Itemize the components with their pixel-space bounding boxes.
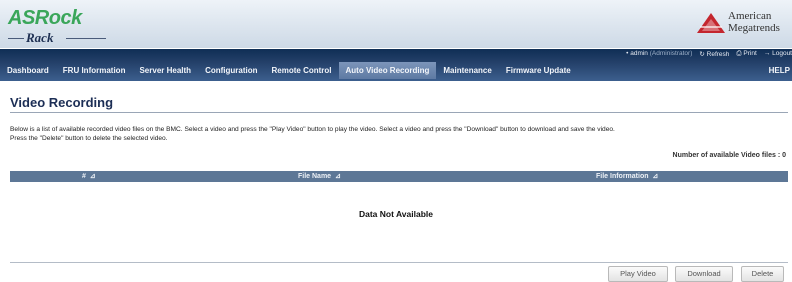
empty-table-message: Data Not Available <box>358 209 433 219</box>
description-line-1: Below is a list of available recorded vi… <box>10 126 615 133</box>
delete-button[interactable]: Delete <box>741 266 784 282</box>
column-number-label: # <box>82 173 86 180</box>
ami-logo: American Megatrends <box>696 10 788 38</box>
refresh-icon: ↻ <box>699 51 705 58</box>
tab-server-health[interactable]: Server Health <box>132 62 198 79</box>
logo-main-text: ASRock <box>8 7 82 29</box>
print-label: Print <box>743 50 757 57</box>
ami-text-line2: Megatrends <box>728 22 780 34</box>
download-button[interactable]: Download <box>675 266 733 282</box>
tab-maintenance[interactable]: Maintenance <box>436 62 498 79</box>
asrock-rack-logo: ASRock Rack <box>8 7 106 45</box>
tab-auto-video-recording[interactable]: Auto Video Recording <box>338 62 437 79</box>
tab-firmware-update[interactable]: Firmware Update <box>499 62 578 79</box>
ami-text: American Megatrends <box>728 10 780 34</box>
ami-text-line1: American <box>728 10 772 22</box>
tab-help[interactable]: HELP <box>767 62 792 79</box>
user-role: (Administrator) <box>649 50 693 57</box>
utility-bar: • admin (Administrator) ↻ Refresh ⎙ Prin… <box>626 50 792 60</box>
username: admin <box>630 50 648 57</box>
logo-sub-text: Rack <box>26 30 54 45</box>
column-header-file-name[interactable]: File Name ⊿ <box>298 172 341 180</box>
page-title: Video Recording <box>10 95 114 110</box>
bullet-icon: • <box>626 50 629 57</box>
refresh-link[interactable]: ↻ Refresh <box>699 50 729 60</box>
page-description: Below is a list of available recorded vi… <box>10 125 788 143</box>
tab-fru-information[interactable]: FRU Information <box>56 62 133 79</box>
tab-configuration[interactable]: Configuration <box>198 62 264 79</box>
logout-link[interactable]: → Logout <box>764 50 792 60</box>
tab-remote-control[interactable]: Remote Control <box>265 62 339 79</box>
tab-dashboard[interactable]: Dashboard <box>0 62 56 79</box>
play-video-button[interactable]: Play Video <box>608 266 668 282</box>
logo-line-right <box>66 38 106 39</box>
sort-icon: ⊿ <box>87 173 96 180</box>
description-line-2: Press the "Delete" button to delete the … <box>10 135 168 142</box>
column-header-number[interactable]: # ⊿ <box>82 172 96 180</box>
logout-label: Logout <box>772 50 792 57</box>
print-icon: ⎙ <box>736 50 742 57</box>
column-file-information-label: File Information <box>596 173 649 180</box>
logo-line-left <box>8 38 24 39</box>
header-banner: ASRock Rack American Megatrends <box>0 0 792 48</box>
video-file-count: Number of available Video files : 0 <box>672 152 786 159</box>
logout-icon: → <box>763 50 771 57</box>
sort-icon: ⊿ <box>333 173 341 180</box>
ami-triangle-icon <box>697 13 725 33</box>
bottom-divider <box>10 262 788 263</box>
sort-icon: ⊿ <box>650 173 659 180</box>
title-divider <box>10 112 788 113</box>
print-link[interactable]: ⎙ Print <box>736 50 756 60</box>
user-indicator: • admin (Administrator) <box>626 50 692 60</box>
video-table-header: # ⊿ File Name ⊿ File Information ⊿ <box>10 171 788 182</box>
nav-tabs: Dashboard FRU Information Server Health … <box>0 62 578 79</box>
main-nav: • admin (Administrator) ↻ Refresh ⎙ Prin… <box>0 49 792 81</box>
refresh-label: Refresh <box>706 51 730 58</box>
column-file-name-label: File Name <box>298 173 332 180</box>
column-header-file-information[interactable]: File Information ⊿ <box>596 172 658 180</box>
